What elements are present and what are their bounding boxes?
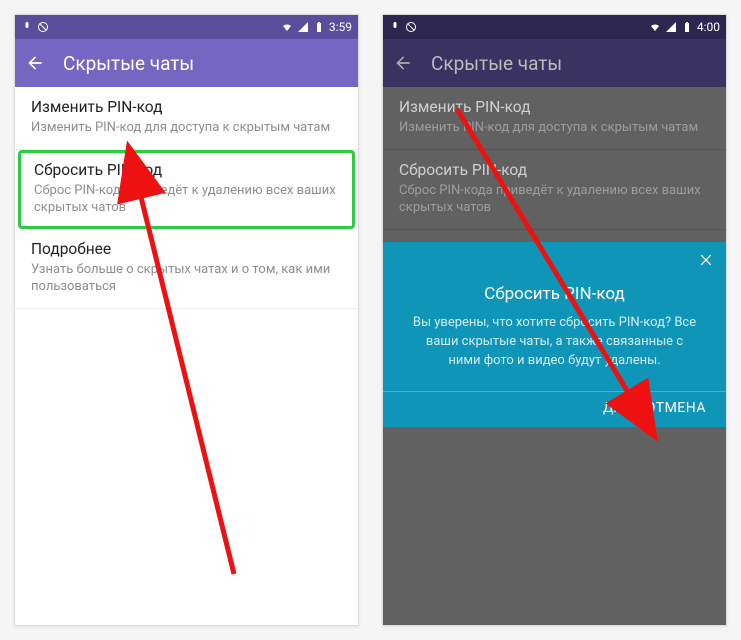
item-learn-more[interactable]: Подробнее Узнать больше о скрытых чатах … — [15, 229, 358, 309]
item-title: Подробнее — [31, 240, 342, 258]
item-subtitle: Изменить PIN-код для доступа к скрытым ч… — [31, 119, 342, 137]
status-bar: 4:00 — [383, 15, 726, 39]
clock-text: 4:00 — [697, 20, 720, 34]
page-title: Скрытые чаты — [63, 52, 194, 75]
item-title: Изменить PIN-код — [399, 98, 710, 116]
app-bar: Скрытые чаты — [383, 39, 726, 87]
mic-icon — [21, 21, 33, 33]
battery-icon — [313, 21, 325, 33]
status-bar: 3:59 — [15, 15, 358, 39]
dialog-cancel-button[interactable]: ОТМЕНА — [646, 400, 706, 416]
item-subtitle: Узнать больше о скрытых чатах и о том, к… — [31, 261, 342, 296]
dialog-title: Сбросить PIN-код — [383, 242, 726, 314]
signal-icon — [665, 21, 677, 33]
item-subtitle: Сброс PIN-кода приведёт к удалению всех … — [34, 182, 339, 217]
item-title: Изменить PIN-код — [31, 98, 342, 116]
clock-text: 3:59 — [329, 20, 352, 34]
item-subtitle: Изменить PIN-код для доступа к скрытым ч… — [399, 119, 710, 137]
item-change-pin[interactable]: Изменить PIN-код Изменить PIN-код для до… — [15, 87, 358, 150]
item-subtitle: Сброс PIN-кода приведёт к удалению всех … — [399, 182, 710, 217]
reset-pin-dialog: Сбросить PIN-код Вы уверены, что хотите … — [383, 242, 726, 427]
item-reset-pin[interactable]: Сбросить PIN-код Сброс PIN-кода приведёт… — [18, 150, 355, 229]
dialog-close-button[interactable] — [696, 250, 716, 270]
signal-icon — [297, 21, 309, 33]
wifi-icon — [281, 21, 293, 33]
page-title: Скрытые чаты — [431, 52, 562, 75]
arrow-left-icon — [393, 53, 413, 73]
do-not-disturb-icon — [37, 21, 49, 33]
phone-right: 4:00 Скрытые чаты Изменить PIN-код Измен… — [382, 14, 727, 626]
do-not-disturb-icon — [405, 21, 417, 33]
arrow-left-icon — [25, 53, 45, 73]
back-button[interactable] — [25, 53, 45, 73]
item-title: Сбросить PIN-код — [399, 161, 710, 179]
app-bar: Скрытые чаты — [15, 39, 358, 87]
dialog-body: Вы уверены, что хотите сбросить PIN-код?… — [383, 314, 726, 391]
dialog-actions: ДА ОТМЕНА — [383, 391, 726, 420]
item-change-pin[interactable]: Изменить PIN-код Изменить PIN-код для до… — [383, 87, 726, 150]
item-reset-pin[interactable]: Сбросить PIN-код Сброс PIN-кода приведёт… — [383, 150, 726, 230]
battery-icon — [681, 21, 693, 33]
phone-left: 3:59 Скрытые чаты Изменить PIN-код Измен… — [14, 14, 359, 626]
close-icon — [698, 252, 714, 268]
mic-icon — [389, 21, 401, 33]
dialog-yes-button[interactable]: ДА — [603, 400, 624, 416]
wifi-icon — [649, 21, 661, 33]
item-title: Сбросить PIN-код — [34, 161, 339, 179]
settings-list: Изменить PIN-код Изменить PIN-код для до… — [15, 87, 358, 625]
back-button[interactable] — [393, 53, 413, 73]
